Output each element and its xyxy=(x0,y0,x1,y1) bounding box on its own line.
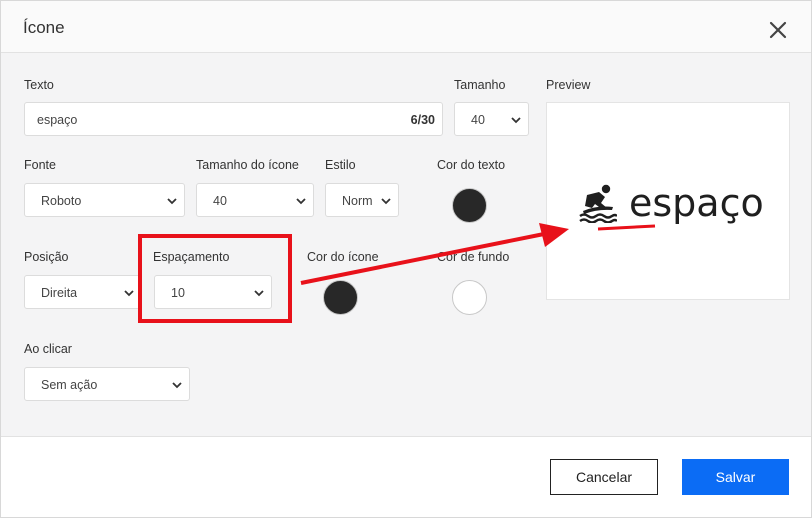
text-color-label: Cor do texto xyxy=(437,158,506,172)
icon-color-swatch[interactable] xyxy=(323,280,358,315)
size-label: Tamanho xyxy=(454,78,506,92)
on-click-label: Ao clicar xyxy=(24,342,72,356)
position-select[interactable]: Direita xyxy=(24,275,142,309)
size-select-value: 40 xyxy=(471,113,485,127)
font-select-value: Roboto xyxy=(41,194,82,208)
chevron-down-icon xyxy=(124,290,134,297)
on-click-select[interactable]: Sem ação xyxy=(24,367,190,401)
on-click-select-value: Sem ação xyxy=(41,378,98,392)
chevron-down-icon xyxy=(172,382,182,389)
text-color-swatch[interactable] xyxy=(452,188,487,223)
icon-size-select-value: 40 xyxy=(213,194,227,208)
preview-text: espaço xyxy=(629,181,764,225)
text-label: Texto xyxy=(24,78,54,92)
size-select[interactable]: 40 xyxy=(454,102,529,136)
icon-dialog: Ícone Texto espaço 6/30 Tamanho 40 Previ… xyxy=(0,0,812,518)
char-counter: 6/30 xyxy=(410,113,435,127)
text-input[interactable]: espaço 6/30 xyxy=(24,102,443,136)
close-icon[interactable] xyxy=(767,19,789,41)
chevron-down-icon xyxy=(296,198,306,205)
icon-color-label: Cor do ícone xyxy=(307,250,379,264)
chevron-down-icon xyxy=(167,198,177,205)
preview-label: Preview xyxy=(546,78,591,92)
preview-panel: espaço xyxy=(546,102,790,300)
position-label: Posição xyxy=(24,250,69,264)
background-color-label: Cor de fundo xyxy=(437,250,510,264)
chevron-down-icon xyxy=(381,198,391,205)
dialog-header: Ícone xyxy=(1,1,811,53)
font-select[interactable]: Roboto xyxy=(24,183,185,217)
spacing-label: Espaçamento xyxy=(153,250,230,264)
surfing-icon xyxy=(579,184,617,223)
cancel-button[interactable]: Cancelar xyxy=(550,459,658,495)
style-label: Estilo xyxy=(325,158,356,172)
font-label: Fonte xyxy=(24,158,56,172)
icon-size-select[interactable]: 40 xyxy=(196,183,314,217)
spacing-select[interactable]: 10 xyxy=(154,275,272,309)
chevron-down-icon xyxy=(254,290,264,297)
dialog-title: Ícone xyxy=(23,18,65,37)
style-select-value: Norm xyxy=(342,194,373,208)
text-input-value: espaço xyxy=(37,113,78,127)
position-select-value: Direita xyxy=(41,286,78,300)
spacing-select-value: 10 xyxy=(171,286,185,300)
save-button[interactable]: Salvar xyxy=(682,459,789,495)
chevron-down-icon xyxy=(511,117,521,124)
background-color-swatch[interactable] xyxy=(452,280,487,315)
icon-size-label: Tamanho do ícone xyxy=(196,158,299,172)
style-select[interactable]: Norm xyxy=(325,183,399,217)
